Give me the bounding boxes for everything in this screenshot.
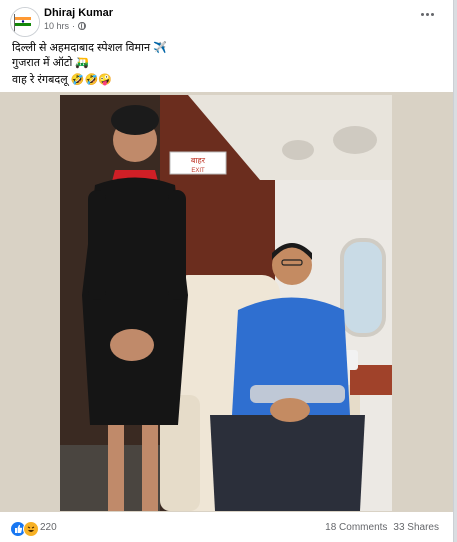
meta-separator: · [72,21,76,31]
post-meta: 10 hrs · [44,21,87,31]
post-stats: 18 Comments 33 Shares [325,522,439,533]
post-footer: 220 18 Comments 33 Shares [0,512,453,542]
reaction-icons[interactable] [10,521,39,537]
post-photo[interactable]: बाहर EXIT [60,95,392,511]
post-header: Dhiraj Kumar 10 hrs · दिल्ली से अहमदाबाद… [0,0,453,92]
post-text-line-3: वाह रे रंगबदलू 🤣🤣🤪 [12,74,112,86]
shares-count[interactable]: 33 Shares [393,522,439,533]
post-text-line-1: दिल्ली से अहमदाबाद स्पेशल विमान ✈️ [12,42,167,54]
author-avatar[interactable] [10,7,40,37]
post-text-line-2: गुजरात में ऑटो 🛺 [12,57,90,69]
more-options-icon[interactable] [421,10,435,18]
cabin-photo-illustration: बाहर EXIT [60,95,392,511]
post-time[interactable]: 10 hrs [44,21,69,31]
globe-icon [78,22,87,30]
exit-sign-hindi: बाहर [191,156,206,165]
haha-reaction-icon [23,521,39,537]
flag-avatar-image [11,8,39,36]
comments-count[interactable]: 18 Comments [325,522,387,533]
author-name[interactable]: Dhiraj Kumar [44,7,113,19]
reaction-count[interactable]: 220 [40,522,57,533]
post-card: Dhiraj Kumar 10 hrs · दिल्ली से अहमदाबाद… [0,0,454,542]
exit-sign-english: EXIT [191,168,205,174]
